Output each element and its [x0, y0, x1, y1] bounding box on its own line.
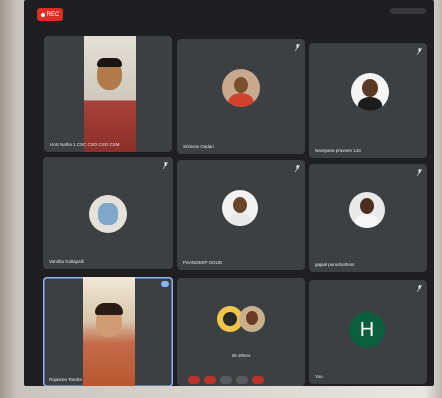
- participant-avatar: [351, 73, 389, 111]
- avatar-shirt: [229, 213, 251, 226]
- participant-tile-5[interactable]: PSANDEEP GOUD: [177, 160, 305, 270]
- participant-tile-8[interactable]: 28 others: [177, 278, 305, 386]
- leave-call-button[interactable]: [252, 376, 264, 384]
- avatar-shirt: [228, 93, 254, 107]
- avatar-face: [233, 197, 247, 213]
- avatar-face: [246, 311, 258, 325]
- participant-name: gajaal purushotham: [315, 262, 355, 267]
- meeting-control-bar: [24, 374, 434, 386]
- others-count-label: 28 others: [231, 353, 251, 358]
- recording-label: REC: [46, 11, 60, 18]
- self-avatar: H: [349, 312, 385, 348]
- participant-avatar: [222, 190, 258, 226]
- avatar-shirt: [358, 97, 382, 111]
- meeting-top-bar: REC: [24, 0, 434, 26]
- participant-tile-self[interactable]: H You: [309, 280, 427, 384]
- avatar-illustration: [98, 203, 118, 225]
- participant-avatar: [222, 69, 260, 107]
- mic-muted-icon: [163, 162, 168, 169]
- participant-name: PSANDEEP GOUD: [183, 260, 223, 265]
- recording-indicator: REC: [37, 8, 63, 21]
- avatar-face: [362, 79, 378, 97]
- participant-name: HoS Nalha 1 CSC CSO CSO CSM: [50, 142, 120, 147]
- participant-hair: [97, 58, 122, 67]
- mic-muted-icon: [417, 169, 422, 176]
- mic-muted-icon: [295, 165, 300, 172]
- avatar-face: [234, 77, 248, 93]
- avatar-face: [223, 312, 237, 326]
- participant-hair: [95, 303, 123, 315]
- avatar-face: [360, 198, 374, 214]
- participant-tile-4[interactable]: Vanitha Gollapalli: [43, 157, 173, 269]
- self-avatar-letter: H: [359, 318, 375, 341]
- participant-name: Srinivas Gadari: [183, 144, 214, 149]
- mic-muted-icon: [295, 44, 300, 51]
- top-right-controls[interactable]: [390, 8, 426, 14]
- participant-video: [84, 36, 136, 152]
- mic-muted-icon: [417, 285, 422, 292]
- participant-tile-6[interactable]: gajaal purushotham: [309, 164, 427, 272]
- group-avatar-2: [239, 306, 265, 332]
- speaking-indicator-icon: [161, 281, 169, 287]
- participant-avatar: [349, 192, 385, 228]
- participant-name: Narayana praveen 143: [315, 148, 361, 153]
- participant-tile-2[interactable]: Srinivas Gadari: [177, 39, 305, 154]
- participant-name: Vanitha Gollapalli: [49, 259, 84, 264]
- participant-tile-1[interactable]: HoS Nalha 1 CSC CSO CSO CSM: [44, 36, 172, 152]
- camera-toggle-button[interactable]: [204, 376, 216, 384]
- meeting-window: REC HoS Nalha 1 CSC CSO CSO CSM Srinivas…: [24, 0, 434, 386]
- avatar-shirt: [355, 214, 379, 228]
- mic-muted-icon: [417, 48, 422, 55]
- present-button[interactable]: [236, 376, 248, 384]
- record-dot-icon: [40, 12, 45, 17]
- participant-avatar: [89, 195, 127, 233]
- participant-tile-7[interactable]: Rajasree Tandra: [43, 277, 173, 386]
- mic-toggle-button[interactable]: [188, 376, 200, 384]
- participant-tile-3[interactable]: Narayana praveen 143: [309, 43, 427, 158]
- captions-button[interactable]: [220, 376, 232, 384]
